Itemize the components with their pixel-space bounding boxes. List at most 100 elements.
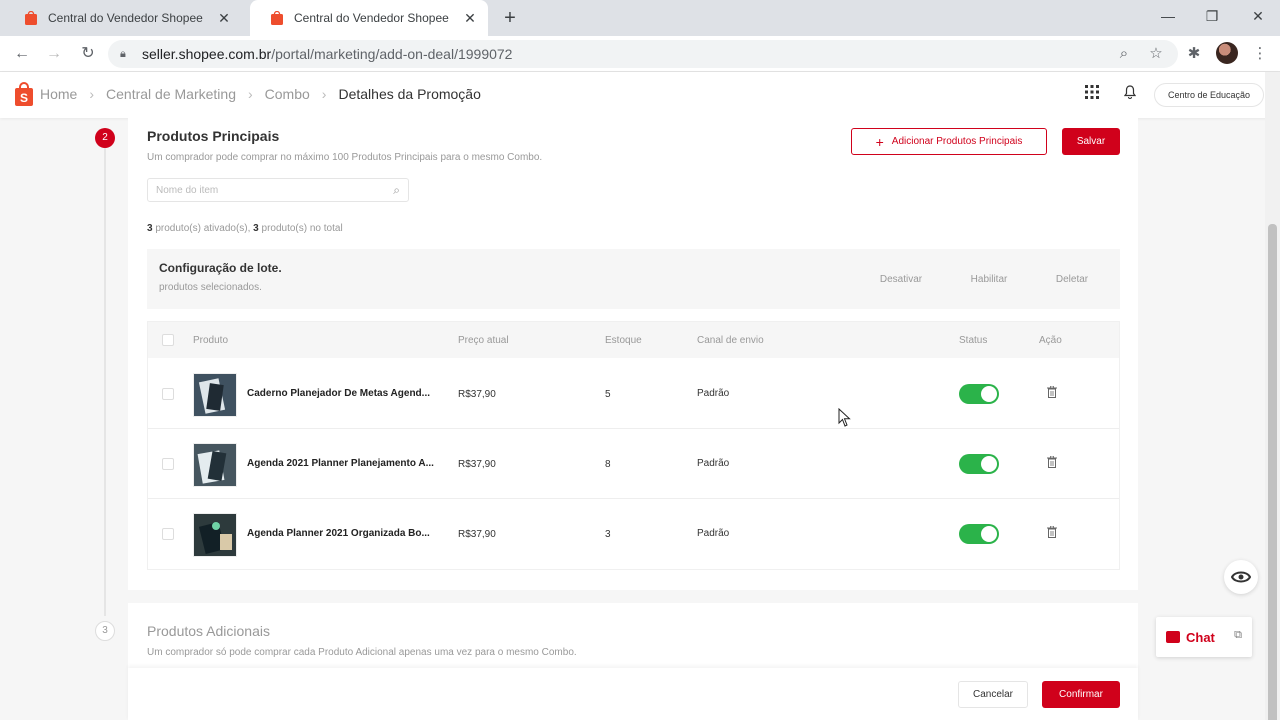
url-path: /portal/marketing/add-on-deal/1999072: [271, 46, 513, 62]
breadcrumb-combo[interactable]: Combo: [265, 86, 310, 102]
add-main-products-label: Adicionar Produtos Principais: [891, 136, 1023, 147]
trash-icon[interactable]: [1038, 454, 1066, 474]
browser-tab-2[interactable]: Central do Vendedor Shopee ✕: [250, 0, 488, 36]
reload-icon[interactable]: ↻: [76, 42, 100, 66]
product-channel: Padrão: [697, 388, 730, 399]
status-toggle[interactable]: [959, 454, 999, 474]
product-count: 3 produto(s) ativado(s), 3 produto(s) no…: [147, 223, 343, 234]
search-icon[interactable]: ⌕: [393, 183, 400, 198]
tab-title: Central do Vendedor Shopee: [48, 11, 203, 25]
address-bar[interactable]: 🔒︎ seller.shopee.com.br/portal/marketing…: [108, 40, 1178, 68]
back-icon[interactable]: ←: [10, 42, 34, 66]
product-channel: Padrão: [697, 458, 730, 469]
trash-icon[interactable]: [1038, 524, 1066, 544]
shopee-logo-icon[interactable]: S: [14, 82, 34, 106]
scrollbar-thumb[interactable]: [1268, 224, 1277, 720]
restore-icon[interactable]: ❐: [1202, 6, 1222, 26]
mouse-cursor-icon: [838, 408, 851, 427]
url-host: seller.shopee.com.br: [142, 46, 272, 62]
disable-batch-button[interactable]: Desativar: [865, 267, 937, 291]
save-button[interactable]: Salvar: [1062, 128, 1120, 155]
extensions-icon[interactable]: ✱: [1182, 42, 1206, 66]
row-checkbox[interactable]: [162, 388, 174, 400]
row-checkbox[interactable]: [162, 458, 174, 470]
section-subtitle: Um comprador pode comprar no máximo 100 …: [147, 152, 543, 163]
eye-icon: [1231, 571, 1251, 583]
table-row: Agenda 2021 Planner Planejamento A... R$…: [148, 429, 1119, 499]
chat-collapse-icon[interactable]: ⧉: [1234, 629, 1242, 642]
tab-title: Central do Vendedor Shopee: [294, 11, 449, 25]
product-name: Agenda Planner 2021 Organizada Bo...: [247, 528, 430, 539]
bell-icon[interactable]: [1120, 85, 1140, 105]
confirm-button[interactable]: Confirmar: [1042, 681, 1120, 708]
chevron-right-icon: ›: [321, 86, 327, 102]
cancel-button[interactable]: Cancelar: [958, 681, 1028, 708]
help-float-button[interactable]: [1224, 560, 1258, 594]
breadcrumb: Home › Central de Marketing › Combo › De…: [40, 86, 481, 102]
chevron-right-icon: ›: [247, 86, 253, 102]
lock-icon: 🔒︎: [120, 47, 126, 60]
product-thumbnail: [193, 513, 237, 557]
product-stock: 3: [605, 529, 611, 540]
col-product: Produto: [193, 335, 229, 346]
new-tab-icon[interactable]: +: [500, 6, 520, 30]
browser-tab-1[interactable]: Central do Vendedor Shopee ✕: [4, 0, 242, 36]
chat-icon: [1166, 631, 1180, 643]
section-title: Produtos Principais: [147, 128, 280, 144]
row-checkbox[interactable]: [162, 528, 174, 540]
product-search: ⌕: [147, 178, 409, 202]
close-tab-icon[interactable]: ✕: [216, 10, 232, 27]
trash-icon[interactable]: [1038, 384, 1066, 404]
col-status: Status: [959, 335, 988, 346]
product-channel: Padrão: [697, 528, 730, 539]
table-row: Agenda Planner 2021 Organizada Bo... R$3…: [148, 499, 1119, 569]
browser-toolbar: ← → ↻ 🔒︎ seller.shopee.com.br/portal/mar…: [0, 36, 1280, 72]
table-header: Produto Preço atual Estoque Canal de env…: [148, 322, 1119, 358]
main-products-card: Produtos Principais Um comprador pode co…: [128, 118, 1138, 590]
close-window-icon[interactable]: ✕: [1248, 6, 1268, 26]
plus-icon: +: [875, 133, 884, 150]
col-action: Ação: [1039, 335, 1062, 346]
products-table: Produto Preço atual Estoque Canal de env…: [147, 321, 1120, 570]
breadcrumb-home[interactable]: Home: [40, 86, 77, 102]
step-3-indicator: 3: [95, 621, 115, 641]
svg-text:S: S: [20, 91, 28, 105]
col-channel: Canal de envio: [697, 335, 764, 346]
status-toggle[interactable]: [959, 524, 999, 544]
batch-config-panel: Configuração de lote. produtos seleciona…: [147, 249, 1120, 309]
status-toggle[interactable]: [959, 384, 999, 404]
add-main-products-button[interactable]: + Adicionar Produtos Principais: [851, 128, 1047, 155]
product-price: R$37,90: [458, 459, 496, 470]
product-thumbnail: [193, 443, 237, 487]
browser-menu-icon[interactable]: ⋮: [1248, 42, 1272, 66]
profile-avatar[interactable]: [1216, 42, 1238, 64]
activated-text: produto(s) ativado(s),: [152, 223, 254, 234]
forward-icon[interactable]: →: [42, 42, 66, 66]
close-tab-icon[interactable]: ✕: [462, 10, 478, 27]
col-price: Preço atual: [458, 335, 509, 346]
browser-tab-strip: Central do Vendedor Shopee ✕ Central do …: [0, 0, 1280, 36]
delete-batch-button[interactable]: Deletar: [1039, 267, 1105, 291]
product-name: Agenda 2021 Planner Planejamento A...: [247, 458, 434, 469]
shopee-favicon-icon: [25, 11, 37, 25]
product-name: Caderno Planejador De Metas Agend...: [247, 388, 431, 399]
apps-grid-icon[interactable]: [1082, 85, 1102, 105]
shopee-favicon-icon: [271, 11, 283, 25]
chat-widget[interactable]: Chat ⧉: [1156, 617, 1252, 657]
enable-batch-button[interactable]: Habilitar: [953, 267, 1025, 291]
bookmark-star-icon[interactable]: ☆: [1144, 42, 1168, 66]
select-all-checkbox[interactable]: [162, 334, 174, 346]
additional-title: Produtos Adicionais: [147, 623, 270, 639]
batch-subtitle: produtos selecionados.: [159, 282, 262, 293]
zoom-icon[interactable]: ⌕: [1112, 42, 1136, 66]
page-scrollbar[interactable]: [1265, 72, 1280, 720]
product-stock: 5: [605, 389, 611, 400]
total-text: produto(s) no total: [258, 223, 343, 234]
search-input[interactable]: [156, 184, 394, 196]
minimize-icon[interactable]: —: [1158, 6, 1178, 26]
bottom-action-bar: Cancelar Confirmar: [128, 668, 1138, 720]
education-center-button[interactable]: Centro de Educação: [1154, 83, 1264, 107]
breadcrumb-marketing[interactable]: Central de Marketing: [106, 86, 236, 102]
step-timeline: [104, 146, 106, 616]
seller-header: S Home › Central de Marketing › Combo › …: [0, 72, 1280, 118]
